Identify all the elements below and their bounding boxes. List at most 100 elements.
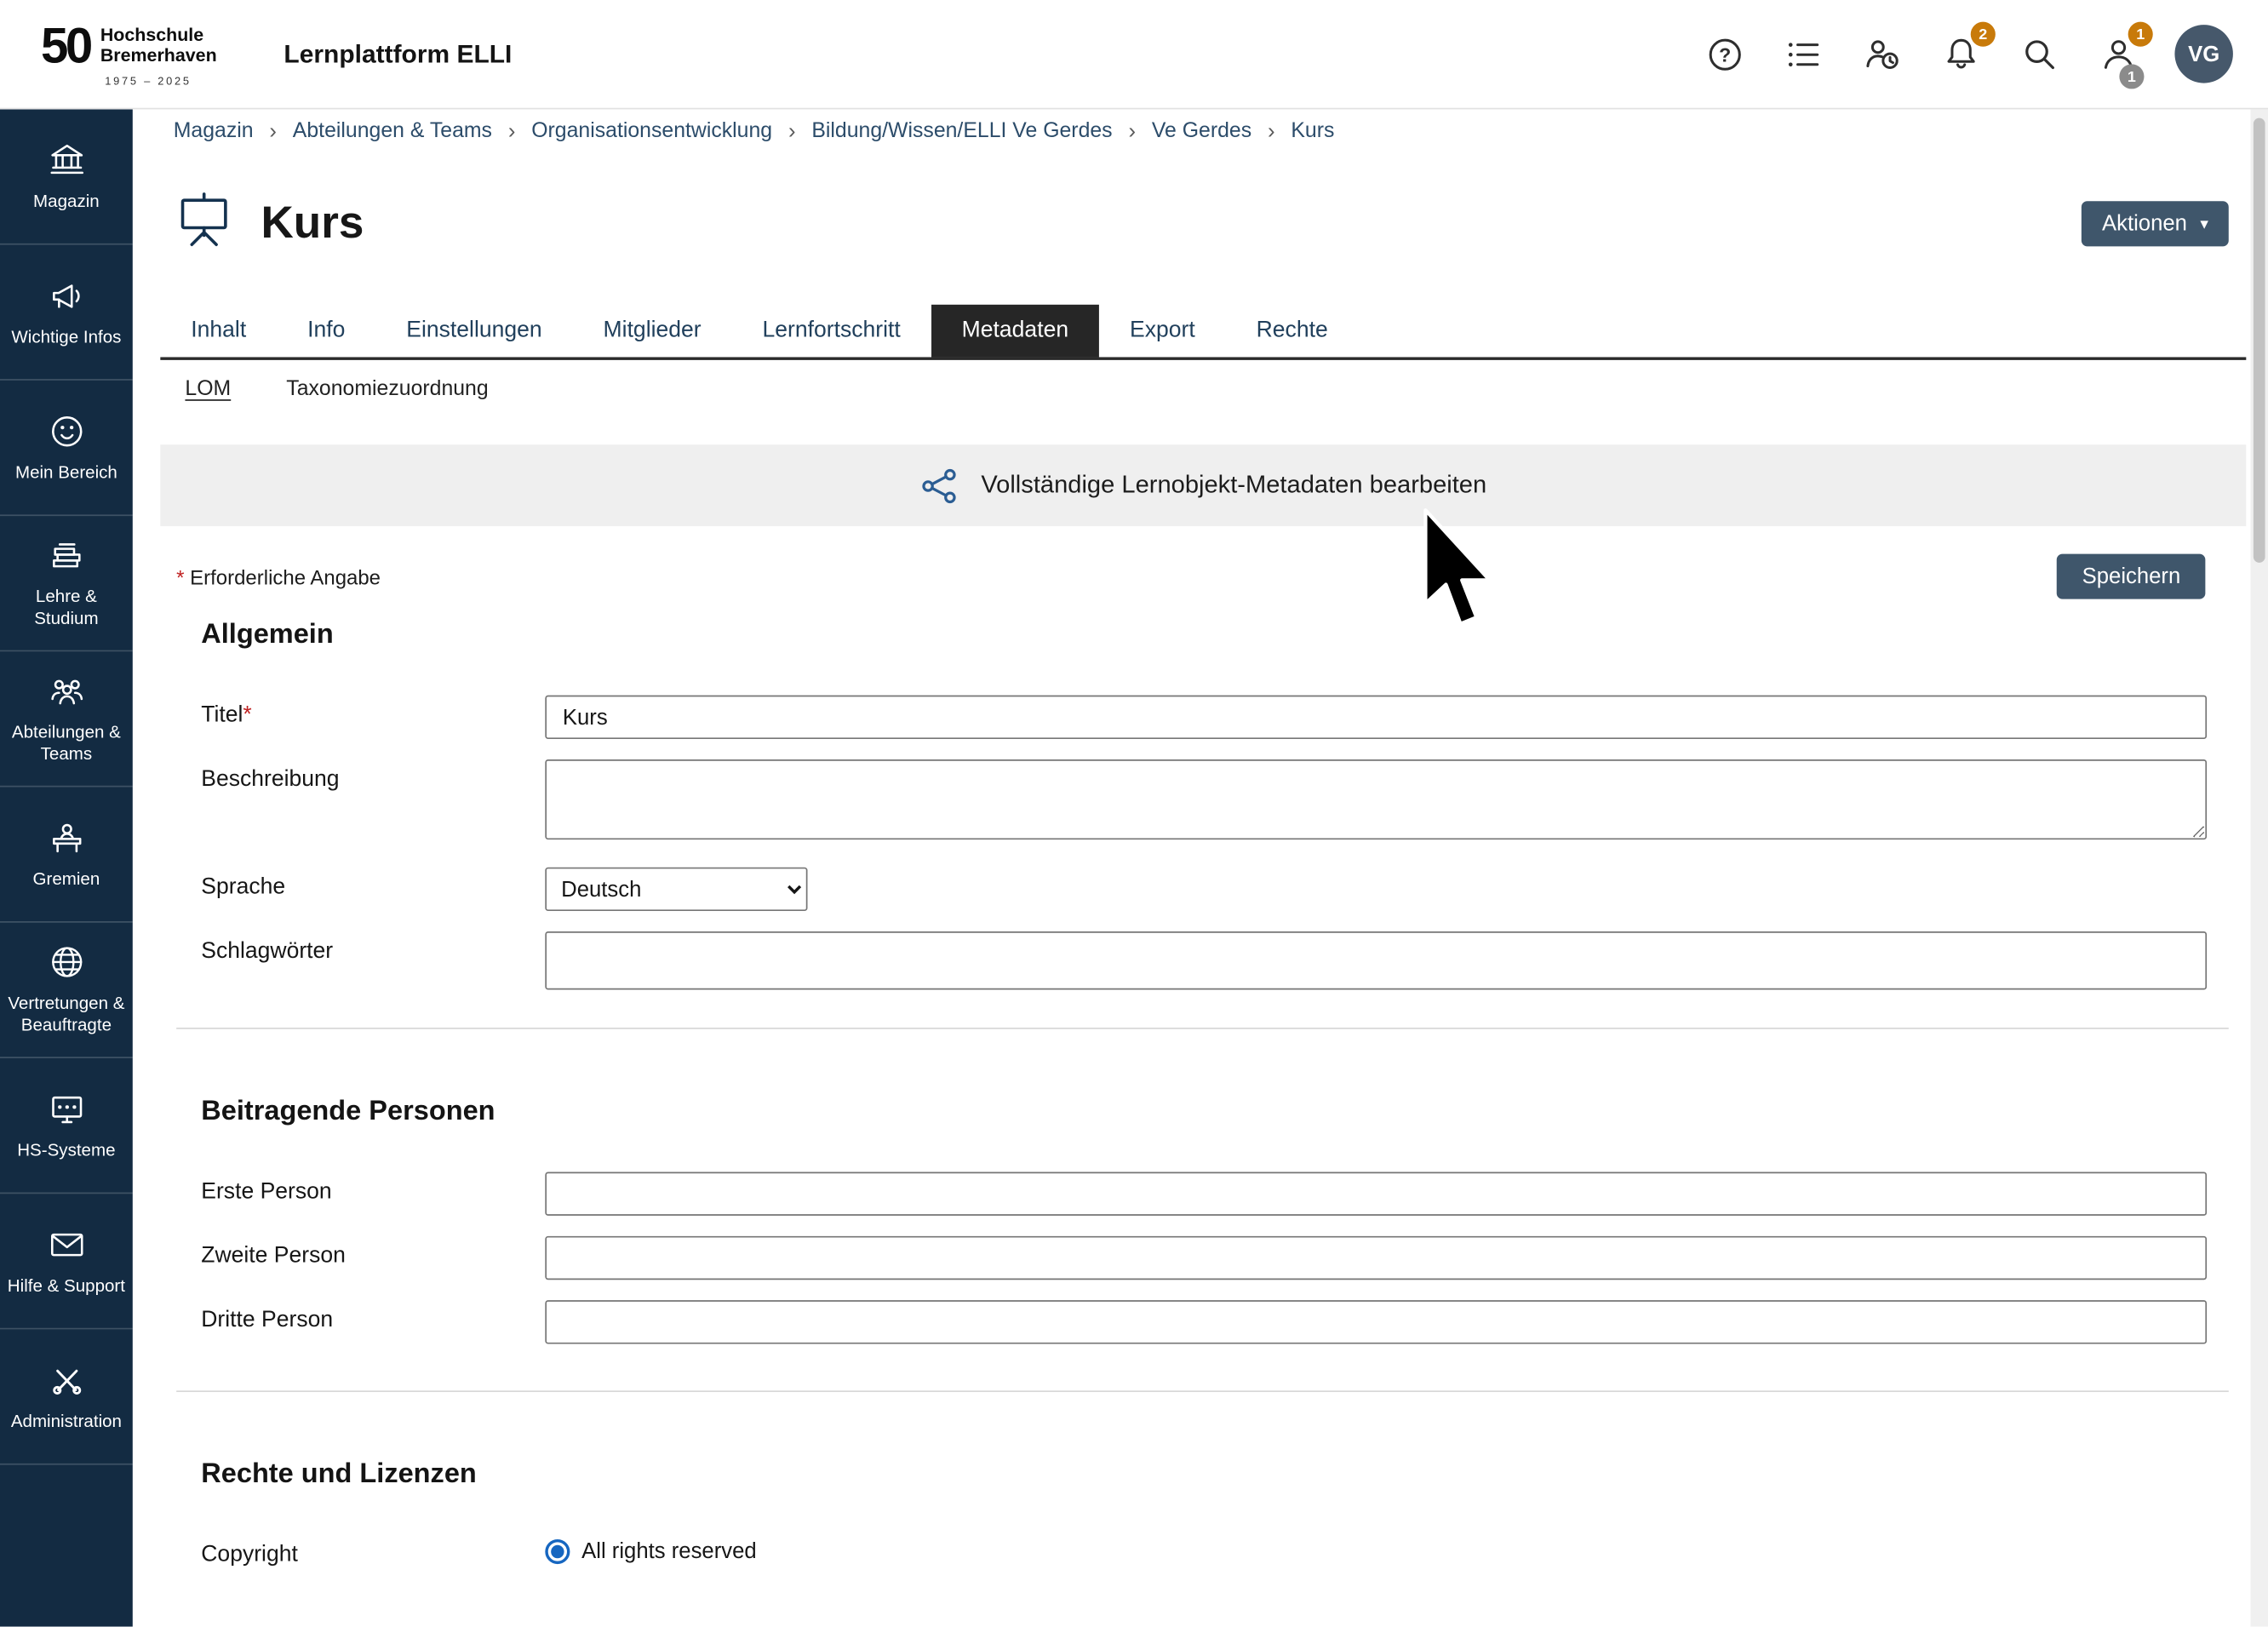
form-row-zweite-person: Zweite Person [201,1236,2207,1280]
sprache-control: Deutsch [545,868,2207,911]
beschreibung-textarea[interactable] [545,759,2207,839]
zweite-person-label: Zweite Person [201,1236,545,1269]
people-group-icon [48,672,86,710]
section-title-rechte: Rechte und Lizenzen [201,1459,2207,1492]
tab-lernfortschritt[interactable]: Lernfortschritt [732,305,931,358]
breadcrumb-link[interactable]: Magazin [174,119,254,142]
titel-control [545,696,2207,739]
course-board-icon [174,189,235,257]
page-header: Kurs Aktionen ▾ [174,191,2229,255]
beschreibung-label: Beschreibung [201,759,545,793]
tab-info[interactable]: Info [277,305,375,358]
sidebar-item-label: Vertretungen & Beauftragte [4,993,129,1036]
sidebar-item-lehre-studium[interactable]: Lehre & Studium [0,516,133,651]
form-row-titel: Titel* [201,696,2207,739]
breadcrumb-separator: › [1128,119,1136,144]
section-beitragende-personen: Beitragende Personen Erste Person Zweite… [201,1096,2207,1343]
list-button[interactable] [1781,32,1824,76]
form-row-beschreibung: Beschreibung [201,759,2207,847]
sidebar-item-label: Administration [11,1410,122,1432]
page-title: Kurs [261,197,364,249]
user-clock-button[interactable] [1860,32,1904,76]
sprache-select[interactable]: Deutsch [545,868,807,911]
scrollbar-thumb[interactable] [2254,118,2265,563]
dritte-person-input[interactable] [545,1300,2207,1343]
subtab-taxonomiezuordnung[interactable]: Taxonomiezuordnung [286,377,488,400]
sidebar-item-hs-systeme[interactable]: HS-Systeme [0,1058,133,1194]
logo-name: Hochschule Bremerhaven [100,26,217,66]
schlagwoerter-control [545,931,2207,989]
sidebar-item-label: Abteilungen & Teams [4,721,129,765]
contacts-badge-bottom: 1 [2119,64,2144,89]
monitor-icon [48,1090,86,1128]
sidebar-item-administration[interactable]: Administration [0,1329,133,1464]
copyright-radio[interactable] [545,1539,570,1564]
section-divider [176,1028,2229,1029]
actions-button-label: Aktionen [2102,210,2187,235]
erste-person-control [545,1172,2207,1216]
breadcrumb-link[interactable]: Organisationsentwicklung [531,119,772,142]
tab-rechte[interactable]: Rechte [1226,305,1359,358]
sidebar-item-abteilungen-teams[interactable]: Abteilungen & Teams [0,651,133,787]
help-button[interactable]: ? [1703,32,1746,76]
sidebar-item-wichtige-infos[interactable]: Wichtige Infos [0,245,133,381]
titel-input[interactable] [545,696,2207,739]
logo-top: 50 Hochschule Bremerhaven [41,21,217,71]
breadcrumb-link[interactable]: Abteilungen & Teams [293,119,492,142]
banner-label: Vollständige Lernobjekt-Metadaten bearbe… [981,471,1486,500]
logo-name-line2: Bremerhaven [100,46,217,66]
tab-bar: Inhalt Info Einstellungen Mitglieder Ler… [160,305,2246,360]
sidebar-item-label: HS-Systeme [17,1139,115,1161]
share-nodes-icon [919,466,959,505]
erste-person-input[interactable] [545,1172,2207,1216]
sidebar-item-hilfe-support[interactable]: Hilfe & Support [0,1194,133,1329]
zweite-person-input[interactable] [545,1236,2207,1280]
main-sidebar: Magazin Wichtige Infos Mein Bereich Lehr… [0,109,133,1626]
tools-icon [48,1361,86,1399]
section-title-beitragende: Beitragende Personen [201,1096,2207,1128]
tab-export[interactable]: Export [1099,305,1226,358]
search-button[interactable] [2018,32,2061,76]
sidebar-item-label: Mein Bereich [15,461,117,484]
help-icon: ? [1704,34,1744,73]
scrollbar-track[interactable] [2250,109,2268,1626]
form-row-schlagwoerter: Schlagwörter [201,931,2207,989]
sidebar-item-mein-bereich[interactable]: Mein Bereich [0,381,133,516]
form-row-dritte-person: Dritte Person [201,1300,2207,1343]
breadcrumb-separator: › [1268,119,1275,144]
breadcrumb-link[interactable]: Ve Gerdes [1152,119,1251,142]
logo-years: 1975 – 2025 [105,73,216,86]
dritte-person-label: Dritte Person [201,1300,545,1333]
subtab-lom[interactable]: LOM [185,377,231,400]
edit-full-metadata-link[interactable]: Vollständige Lernobjekt-Metadaten bearbe… [160,444,2246,526]
dritte-person-control [545,1300,2207,1343]
copyright-option-label: All rights reserved [581,1539,757,1564]
sidebar-item-gremien[interactable]: Gremien [0,788,133,923]
hochschule-bremerhaven-logo[interactable]: 50 Hochschule Bremerhaven 1975 – 2025 [41,21,217,87]
sidebar-item-vertretungen[interactable]: Vertretungen & Beauftragte [0,923,133,1058]
actions-button[interactable]: Aktionen ▾ [2082,200,2229,245]
tab-inhalt[interactable]: Inhalt [160,305,277,358]
breadcrumb-link[interactable]: Kurs [1291,119,1334,142]
megaphone-icon [48,276,86,314]
form-row-erste-person: Erste Person [201,1172,2207,1216]
schlagwoerter-input[interactable] [545,931,2207,989]
save-button[interactable]: Speichern [2058,554,2206,599]
section-title-allgemein: Allgemein [201,620,2207,652]
titel-label: Titel* [201,696,545,729]
sidebar-item-label: Magazin [33,190,100,212]
breadcrumb-separator: › [269,119,277,144]
breadcrumb-link[interactable]: Bildung/Wissen/ELLI Ve Gerdes [811,119,1112,142]
required-hint: * Erforderliche Angabe [176,564,381,587]
committee-icon [48,818,86,856]
avatar[interactable]: VG [2174,25,2232,83]
sidebar-item-magazin[interactable]: Magazin [0,109,133,244]
section-allgemein: Allgemein Titel* Beschreibung Sprache [201,620,2207,990]
sidebar-item-label: Wichtige Infos [11,326,121,348]
contacts-button[interactable]: 1 1 [2096,32,2139,76]
required-star: * [243,702,251,727]
tab-einstellungen[interactable]: Einstellungen [375,305,572,358]
tab-metadaten[interactable]: Metadaten [931,305,1099,358]
tab-mitglieder[interactable]: Mitglieder [573,305,732,358]
notifications-button[interactable]: 2 [1939,32,1982,76]
